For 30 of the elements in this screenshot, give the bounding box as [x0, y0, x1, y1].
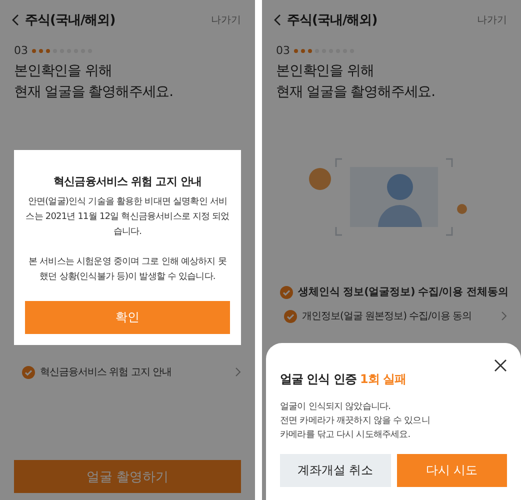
heading-text: 본인확인을 위해: [276, 62, 375, 81]
chevron-right-icon: [501, 311, 507, 321]
exit-button[interactable]: 나가기: [477, 13, 507, 27]
capture-button[interactable]: 얼굴 촬영하기: [14, 460, 241, 493]
cancel-button[interactable]: 계좌개설 취소: [280, 454, 390, 487]
close-button[interactable]: [494, 359, 507, 372]
exit-button[interactable]: 나가기: [211, 13, 241, 27]
heading-text: 현재 얼굴을 촬영해주세요.: [14, 83, 174, 102]
agreement-label[interactable]: 개인정보(얼굴 원본정보) 수집/이용 동의: [302, 309, 496, 323]
check-icon[interactable]: [284, 310, 297, 322]
retry-button[interactable]: 다시 시도: [396, 454, 507, 487]
agreement-label[interactable]: 혁신금융서비스 위험 고지 안내: [40, 365, 230, 379]
heading-text: 현재 얼굴을 촬영해주세요.: [276, 83, 436, 102]
check-icon[interactable]: [22, 366, 35, 378]
agreement-label[interactable]: 생체인식 정보(얼굴정보) 수집/이용 전체동의: [298, 285, 508, 299]
step-number: 03: [14, 44, 28, 57]
chevron-right-icon: [235, 367, 241, 377]
dialog-title: 혁신금융서비스 위험 고지 안내: [53, 174, 202, 189]
confirm-button[interactable]: 확인: [25, 301, 230, 334]
sheet-title: 얼굴 인식 인증 1회 실패: [280, 371, 408, 388]
back-button[interactable]: [274, 14, 281, 26]
dialog-text: 본 서비스는 시험운영 중이며 그로 인해 예상하지 못했던 상황(인식불가 등)이 발생할 수 있습니다.: [28, 256, 228, 284]
sheet-message: 얼굴이 인식되지 않았습니다. 전면 카메라가 깨끗하지 않을 수 있으니 카메라를 닦고 다시 시도해주세요.: [280, 401, 431, 442]
page-title: 주식(국내/해외): [25, 12, 116, 29]
dialog-text: 안면(얼굴)인식 기술을 활용한 비대면 실명확인 서비스는 2021년 11월 12일 혁신금융서비스로 지정 되었습니다.: [25, 196, 230, 239]
page-title: 주식(국내/해외): [287, 12, 378, 29]
step-number: 03: [276, 44, 290, 57]
heading-text: 본인확인을 위해: [14, 62, 113, 81]
check-icon[interactable]: [280, 286, 293, 298]
back-button[interactable]: [12, 14, 19, 26]
